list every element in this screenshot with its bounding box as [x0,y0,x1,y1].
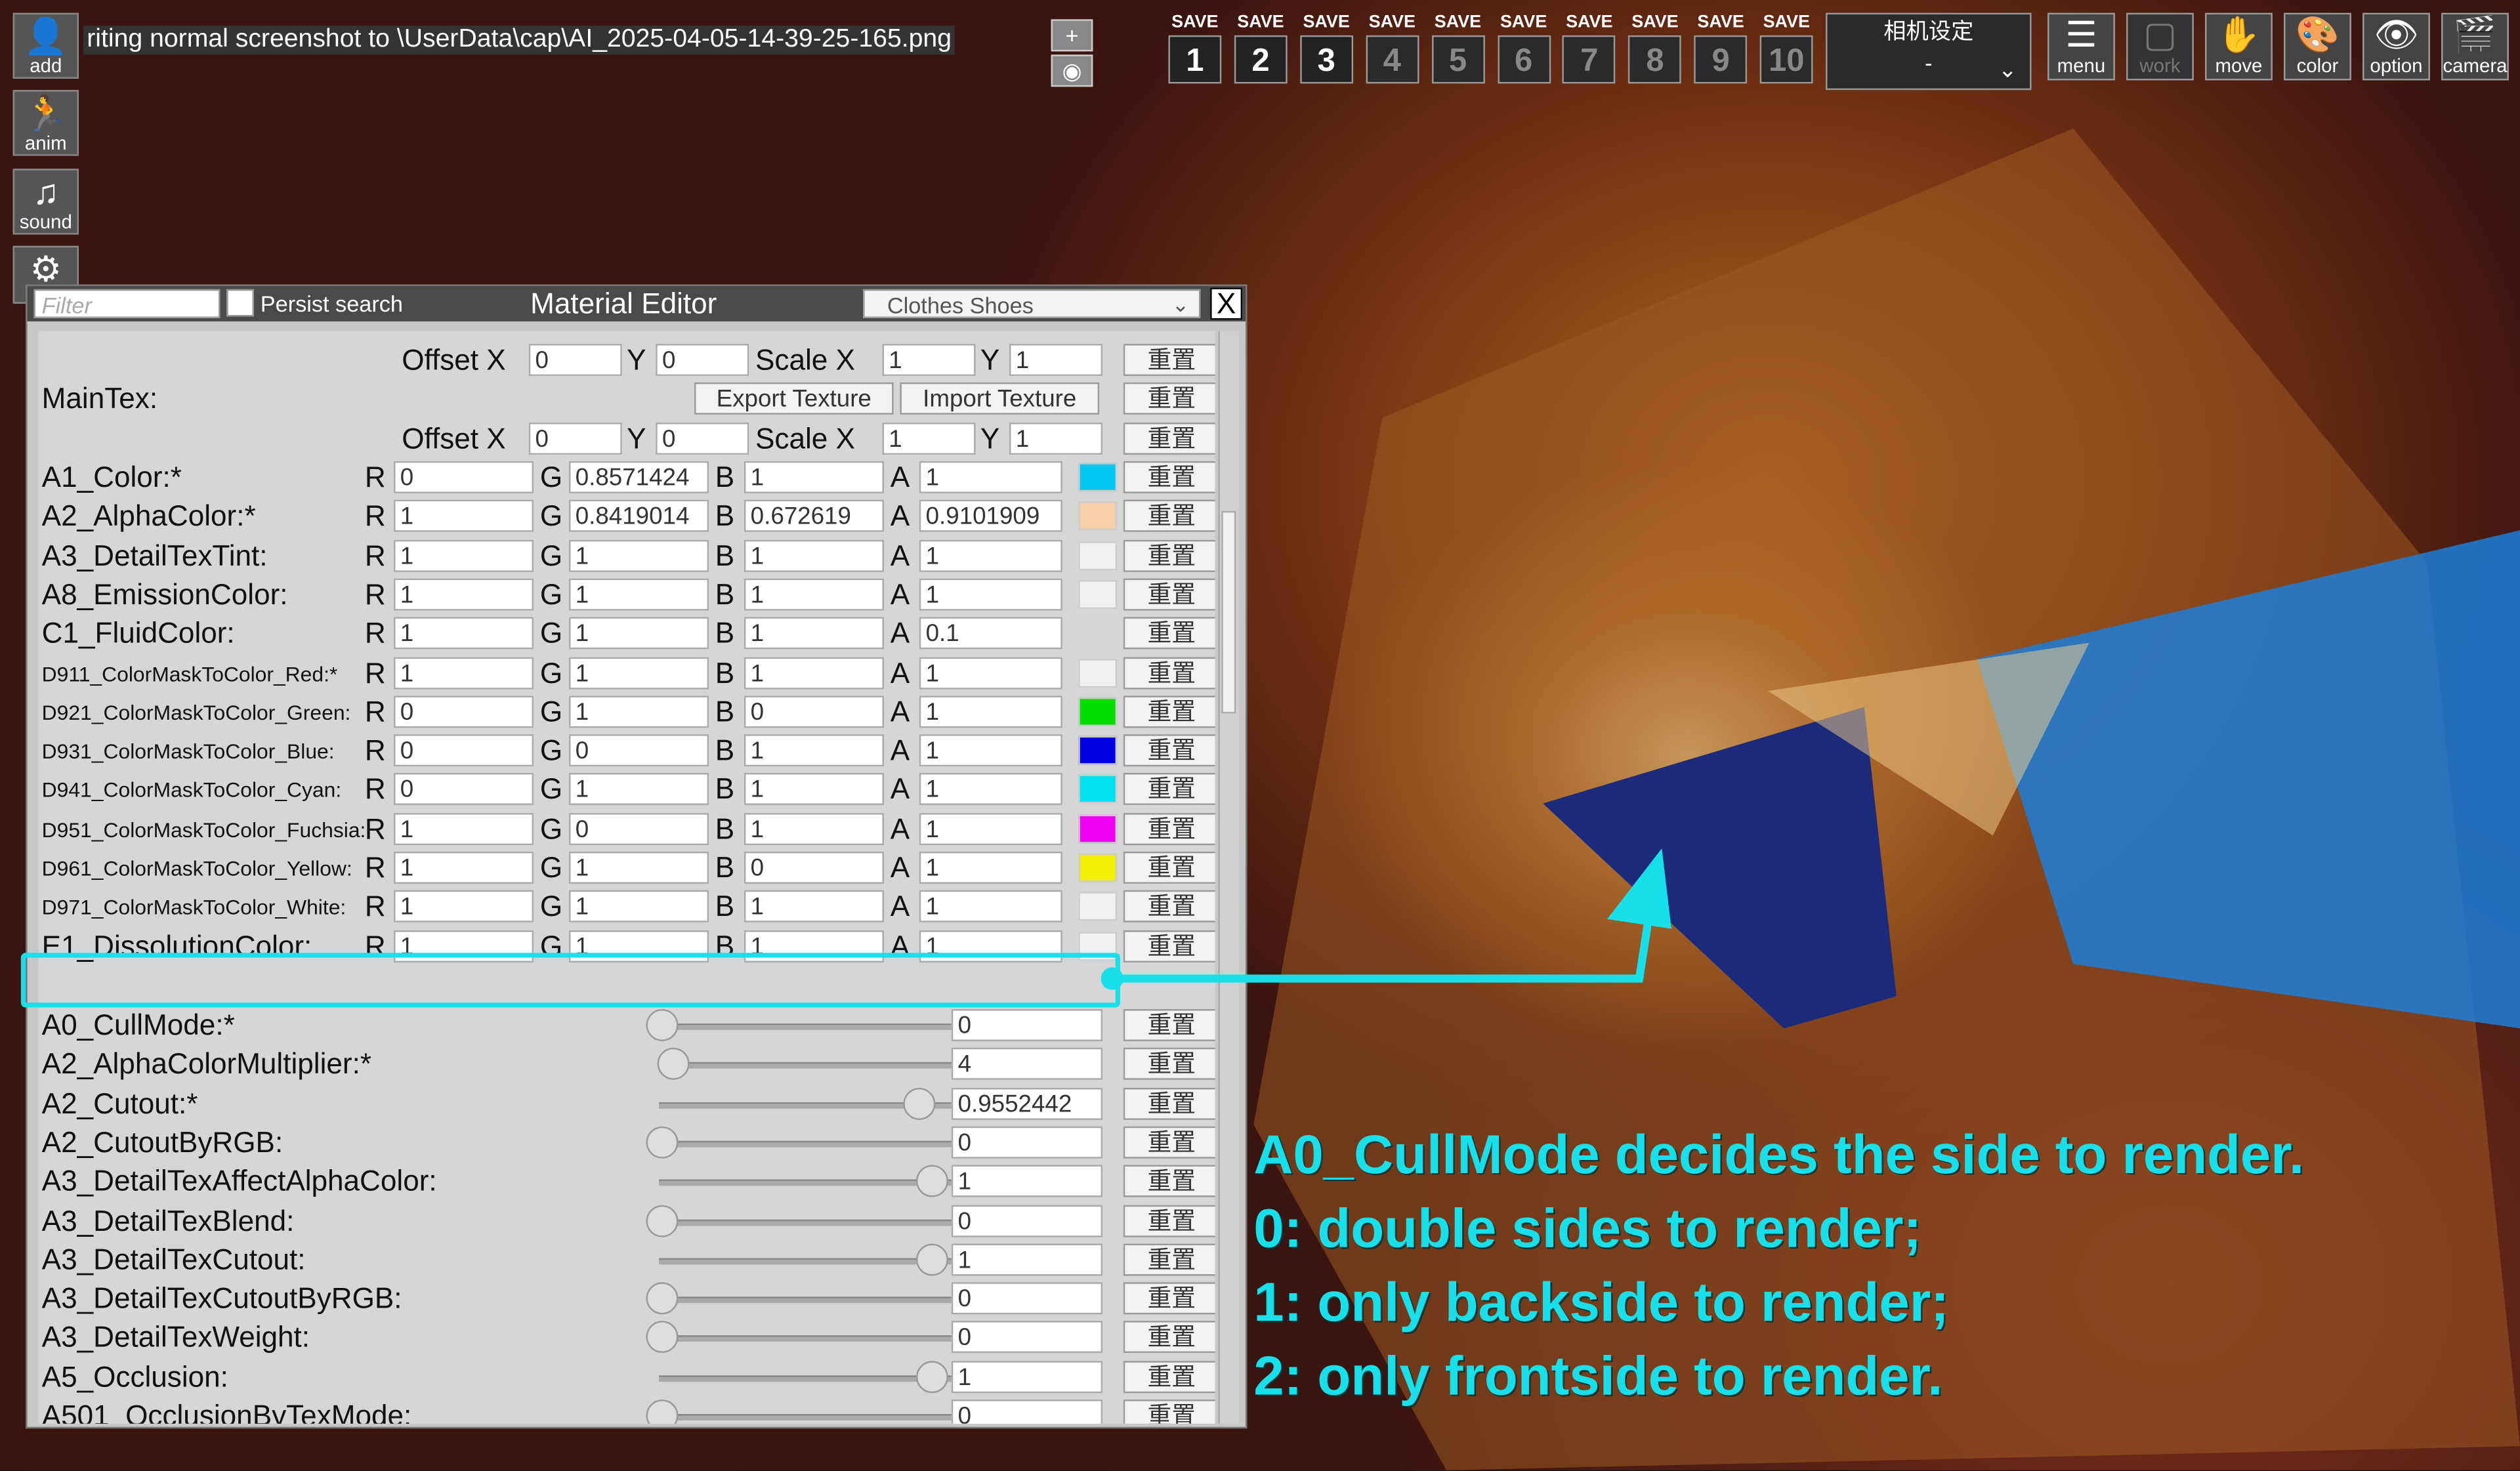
annotation-line: 0: double sides to render; [1253,1198,1922,1260]
annotation-line: A0_CullMode decides the side to render. [1253,1125,2305,1186]
annotation-line: 1: only backside to render; [1253,1272,1949,1334]
annotation-line: 2: only frontside to render. [1253,1346,1943,1408]
